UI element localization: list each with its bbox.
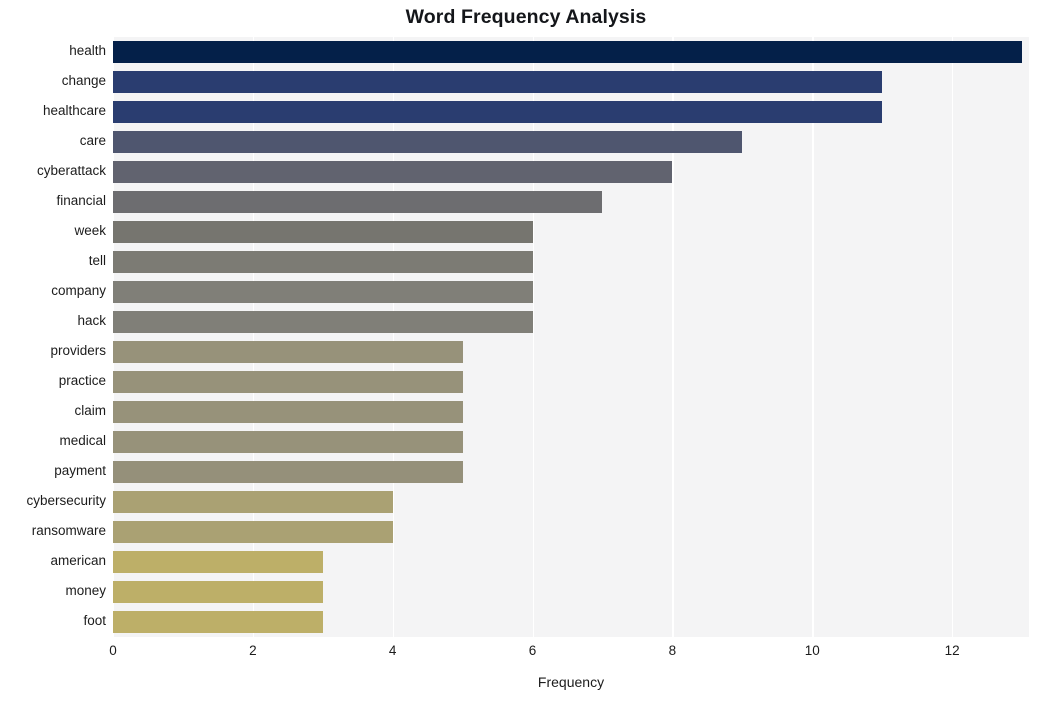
bar-row bbox=[113, 251, 1029, 273]
bar-cybersecurity bbox=[113, 491, 393, 513]
y-tick-label-week: week bbox=[74, 223, 106, 238]
bar-hack bbox=[113, 311, 533, 333]
y-tick-label-hack: hack bbox=[77, 313, 106, 328]
bar-row bbox=[113, 461, 1029, 483]
y-tick-label-providers: providers bbox=[50, 343, 106, 358]
bar-row bbox=[113, 401, 1029, 423]
bar-providers bbox=[113, 341, 463, 363]
bar-week bbox=[113, 221, 533, 243]
x-tick-label-4: 4 bbox=[388, 643, 397, 658]
x-axis-label: Frequency bbox=[537, 674, 605, 690]
bar-tell bbox=[113, 251, 533, 273]
y-tick-label-care: care bbox=[79, 133, 106, 148]
y-tick-label-healthcare: healthcare bbox=[42, 103, 106, 118]
bar-payment bbox=[113, 461, 463, 483]
y-tick-label-money: money bbox=[65, 583, 106, 598]
bar-american bbox=[113, 551, 323, 573]
bar-row bbox=[113, 311, 1029, 333]
y-tick-label-practice: practice bbox=[58, 373, 106, 388]
bar-cyberattack bbox=[113, 161, 673, 183]
y-tick-label-financial: financial bbox=[56, 193, 106, 208]
bar-money bbox=[113, 581, 323, 603]
chart-title: Word Frequency Analysis bbox=[405, 6, 647, 28]
bar-row bbox=[113, 281, 1029, 303]
y-tick-label-cybersecurity: cybersecurity bbox=[26, 493, 106, 508]
y-tick-label-foot: foot bbox=[83, 613, 106, 628]
bar-row bbox=[113, 131, 1029, 153]
bar-care bbox=[113, 131, 743, 153]
x-tick-label-10: 10 bbox=[804, 643, 820, 658]
y-tick-label-cyberattack: cyberattack bbox=[36, 163, 106, 178]
bar-row bbox=[113, 221, 1029, 243]
y-tick-label-claim: claim bbox=[74, 403, 106, 418]
bar-row bbox=[113, 191, 1029, 213]
x-tick-label-6: 6 bbox=[528, 643, 537, 658]
bar-row bbox=[113, 581, 1029, 603]
bar-row bbox=[113, 521, 1029, 543]
y-tick-label-american: american bbox=[50, 553, 106, 568]
y-tick-label-medical: medical bbox=[59, 433, 106, 448]
y-tick-label-ransomware: ransomware bbox=[31, 523, 106, 538]
y-tick-label-health: health bbox=[69, 43, 106, 58]
bar-series bbox=[113, 37, 1029, 637]
bar-claim bbox=[113, 401, 463, 423]
bar-row bbox=[113, 611, 1029, 633]
chart-figure: Word Frequency Analysis health change heal… bbox=[0, 0, 1052, 701]
bar-medical bbox=[113, 431, 463, 453]
y-tick-label-payment: payment bbox=[54, 463, 106, 478]
y-tick-label-tell: tell bbox=[88, 253, 106, 268]
x-tick-label-0: 0 bbox=[109, 643, 117, 658]
bar-row bbox=[113, 371, 1029, 393]
bar-row bbox=[113, 41, 1029, 63]
y-tick-label-change: change bbox=[61, 73, 106, 88]
bar-row bbox=[113, 341, 1029, 363]
y-tick-label-company: company bbox=[51, 283, 106, 298]
x-tick-label-12: 12 bbox=[944, 643, 960, 658]
x-tick-label-8: 8 bbox=[668, 643, 677, 658]
bar-ransomware bbox=[113, 521, 393, 543]
x-tick-label-2: 2 bbox=[249, 643, 257, 658]
y-axis-tick-labels: health change healthcare care cyberattack fin… bbox=[0, 37, 106, 637]
bar-foot bbox=[113, 611, 323, 633]
bar-row bbox=[113, 101, 1029, 123]
bar-change bbox=[113, 71, 883, 93]
bar-financial bbox=[113, 191, 603, 213]
bar-row bbox=[113, 71, 1029, 93]
bar-row bbox=[113, 491, 1029, 513]
plot-area bbox=[113, 37, 1029, 637]
x-axis-tick-labels: 0 2 4 6 8 10 12 bbox=[0, 643, 1052, 669]
bar-company bbox=[113, 281, 533, 303]
bar-practice bbox=[113, 371, 463, 393]
bar-health bbox=[113, 41, 1022, 63]
bar-row bbox=[113, 161, 1029, 183]
bar-row bbox=[113, 551, 1029, 573]
bar-row bbox=[113, 431, 1029, 453]
bar-healthcare bbox=[113, 101, 883, 123]
